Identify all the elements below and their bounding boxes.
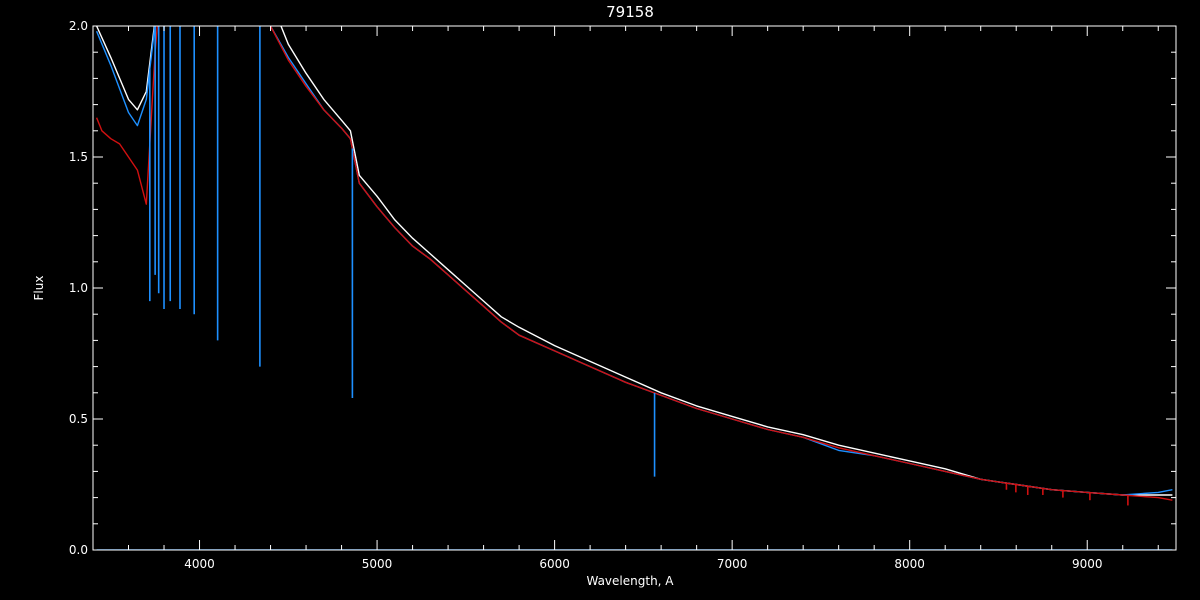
series-line-2 <box>95 26 1173 501</box>
series-line-1 <box>95 26 1173 496</box>
x-tick-label: 4000 <box>184 557 215 571</box>
x-tick-label: 9000 <box>1072 557 1103 571</box>
plot-frame <box>92 25 1177 551</box>
y-tick-label: 1.0 <box>69 281 88 295</box>
series-line-0 <box>95 26 1173 496</box>
y-axis-label: Flux <box>32 276 46 301</box>
x-tick-label: 7000 <box>717 557 748 571</box>
x-axis-label: Wavelength, A <box>586 574 674 588</box>
x-tick-label: 6000 <box>539 557 570 571</box>
x-tick-label: 8000 <box>894 557 925 571</box>
series-layer <box>95 26 1173 550</box>
y-tick-label: 0.5 <box>69 412 88 426</box>
y-tick-label: 1.5 <box>69 150 88 164</box>
y-tick-label: 2.0 <box>69 19 88 33</box>
ticks-layer: 4000 5000 6000 7000 8000 9000 0.0 0.5 1.0 1.5 2.0 <box>69 19 1176 571</box>
y-tick-label: 0.0 <box>69 543 88 557</box>
spectrum-chart: 79158 4000 5000 6000 7000 8000 9000 0.0 0.5 1.0 1… <box>32 3 1177 588</box>
chart-title: 79158 <box>606 3 654 21</box>
x-tick-label: 5000 <box>362 557 393 571</box>
